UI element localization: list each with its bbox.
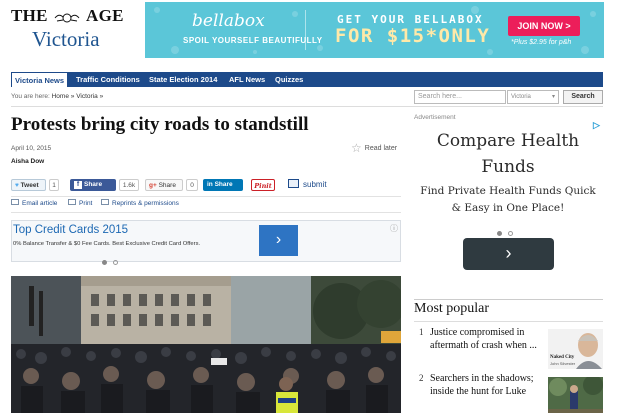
breadcrumb-separator: » — [70, 93, 75, 100]
ad-fine-print: *Plus $2.95 for p&h — [511, 39, 572, 46]
facebook-share-label: Share — [84, 181, 103, 188]
breadcrumb-victoria[interactable]: Victoria — [76, 93, 98, 100]
email-article-link[interactable]: Email article — [11, 199, 57, 207]
linkedin-icon: in — [207, 181, 213, 188]
email-icon — [11, 199, 19, 205]
submit-button[interactable]: submit — [288, 179, 338, 191]
join-now-button[interactable]: JOIN NOW > — [508, 16, 580, 36]
advertisement-label: Advertisement — [414, 114, 456, 121]
reprints-link[interactable]: Reprints & permissions — [101, 199, 179, 207]
search-input[interactable]: Search here... — [414, 90, 506, 104]
chevron-down-icon: ▾ — [551, 94, 555, 100]
breadcrumb-prefix: You are here: — [11, 93, 50, 100]
star-icon: ☆ — [351, 141, 362, 155]
health-ad-next-button[interactable]: › — [463, 238, 554, 270]
print-icon — [68, 199, 76, 205]
email-article-label: Email article — [22, 200, 58, 207]
ad-tagline: SPOIL YOURSELF BEAUTIFULLY — [183, 36, 323, 45]
carousel-dots — [102, 252, 124, 270]
pinterest-button[interactable]: Pinit — [251, 179, 275, 191]
facebook-share-count: 1.6k — [119, 179, 139, 191]
search-scope-value: Victoria — [511, 94, 531, 100]
popular-rank: 2 — [419, 373, 424, 383]
search-scope-select[interactable]: Victoria ▾ — [507, 90, 559, 104]
nav-item-traffic-conditions[interactable]: Traffic Conditions — [76, 72, 140, 87]
reprints-icon — [101, 199, 109, 205]
tweet-button[interactable]: ♥ Tweet — [11, 179, 46, 191]
divider — [11, 212, 401, 213]
gplus-share-button[interactable]: g+ Share — [145, 179, 183, 191]
print-link[interactable]: Print — [68, 199, 92, 207]
article-author[interactable]: Aisha Dow — [11, 158, 44, 165]
edition-label: Victoria — [32, 27, 100, 51]
carousel-dot[interactable] — [113, 260, 118, 265]
gplus-share-count: 0 — [186, 179, 198, 191]
breadcrumb-home[interactable]: Home — [52, 93, 69, 100]
thumbnail-byline: John Silvester — [550, 361, 576, 366]
credit-ad-next-button[interactable]: › — [259, 225, 298, 256]
gplus-share-label: Share — [158, 182, 176, 189]
wordmark-the: THE — [11, 6, 48, 25]
google-plus-icon: g+ — [149, 182, 157, 189]
ad-divider — [305, 10, 306, 50]
divider — [414, 321, 603, 322]
ad-brand: bellabox — [192, 11, 265, 31]
linkedin-share-label: Share — [214, 181, 233, 188]
searchers-image — [548, 377, 603, 413]
popular-thumbnail[interactable]: Naked City John Silvester — [548, 329, 603, 369]
reddit-icon — [288, 179, 299, 188]
tweet-label: Tweet — [20, 182, 39, 189]
linkedin-share-button[interactable]: in Share — [203, 179, 243, 191]
article-headline: Protests bring city roads to standstill — [11, 114, 309, 135]
credit-ad-title[interactable]: Top Credit Cards 2015 — [13, 224, 128, 236]
read-later-label: Read later — [364, 145, 398, 152]
nav-item-afl-news[interactable]: AFL News — [229, 72, 265, 87]
popular-thumbnail[interactable] — [548, 377, 603, 413]
carousel-dot-active[interactable] — [497, 231, 502, 236]
breadcrumb: You are here: Home » Victoria » — [11, 93, 103, 100]
read-later-button[interactable]: ☆ Read later — [351, 141, 397, 155]
credit-ad-description: 0% Balance Transfer & $0 Fee Cards. Best… — [13, 241, 201, 247]
health-ad-subtitle: Find Private Health Funds Quick & Easy i… — [420, 185, 596, 214]
facebook-share-button[interactable]: f Share — [70, 179, 116, 191]
section-nav: Victoria News Traffic Conditions State E… — [11, 72, 603, 87]
masthead-logo[interactable]: THE AGE Victoria — [11, 6, 137, 56]
search-button[interactable]: Search — [563, 90, 603, 104]
wordmark-age: AGE — [86, 6, 124, 25]
carousel-dot-active[interactable] — [102, 260, 107, 265]
protest-crowd-image — [11, 276, 401, 413]
breadcrumb-separator-2: » — [99, 93, 104, 100]
print-label: Print — [79, 200, 93, 207]
nav-item-victoria-news[interactable]: Victoria News — [11, 72, 69, 87]
popular-title[interactable]: Justice compromised in aftermath of cras… — [430, 326, 548, 352]
submit-label: submit — [303, 180, 327, 189]
ad-choices-icon[interactable]: ⓘ — [390, 223, 398, 234]
facebook-icon: f — [74, 181, 82, 189]
divider — [11, 106, 603, 107]
ad-headline-2: FOR $15*ONLY — [335, 25, 491, 47]
nav-item-state-election[interactable]: State Election 2014 — [149, 72, 217, 87]
tweet-count: 1 — [49, 179, 59, 191]
bellabox-banner-ad[interactable]: bellabox SPOIL YOURSELF BEAUTIFULLY GET … — [145, 2, 604, 58]
popular-title[interactable]: Searchers in the shadows; inside the hun… — [430, 372, 548, 398]
carousel-dot[interactable] — [508, 231, 513, 236]
twitter-bird-icon: ♥ — [15, 182, 19, 189]
reprints-label: Reprints & permissions — [112, 200, 179, 207]
article-date: April 10, 2015 — [11, 145, 52, 152]
the-age-wordmark: THE AGE — [11, 6, 137, 26]
crest-icon — [54, 13, 80, 23]
credit-card-ad[interactable]: Top Credit Cards 2015 0% Balance Transfe… — [11, 220, 401, 265]
divider — [414, 299, 603, 300]
most-popular-heading: Most popular — [414, 301, 490, 316]
nav-item-quizzes[interactable]: Quizzes — [275, 72, 303, 87]
popular-rank: 1 — [419, 327, 424, 337]
article-photo[interactable] — [11, 276, 401, 413]
divider — [11, 196, 401, 197]
thumbnail-caption: Naked City — [550, 355, 575, 360]
health-ad-title[interactable]: Compare Health Funds — [420, 128, 596, 180]
